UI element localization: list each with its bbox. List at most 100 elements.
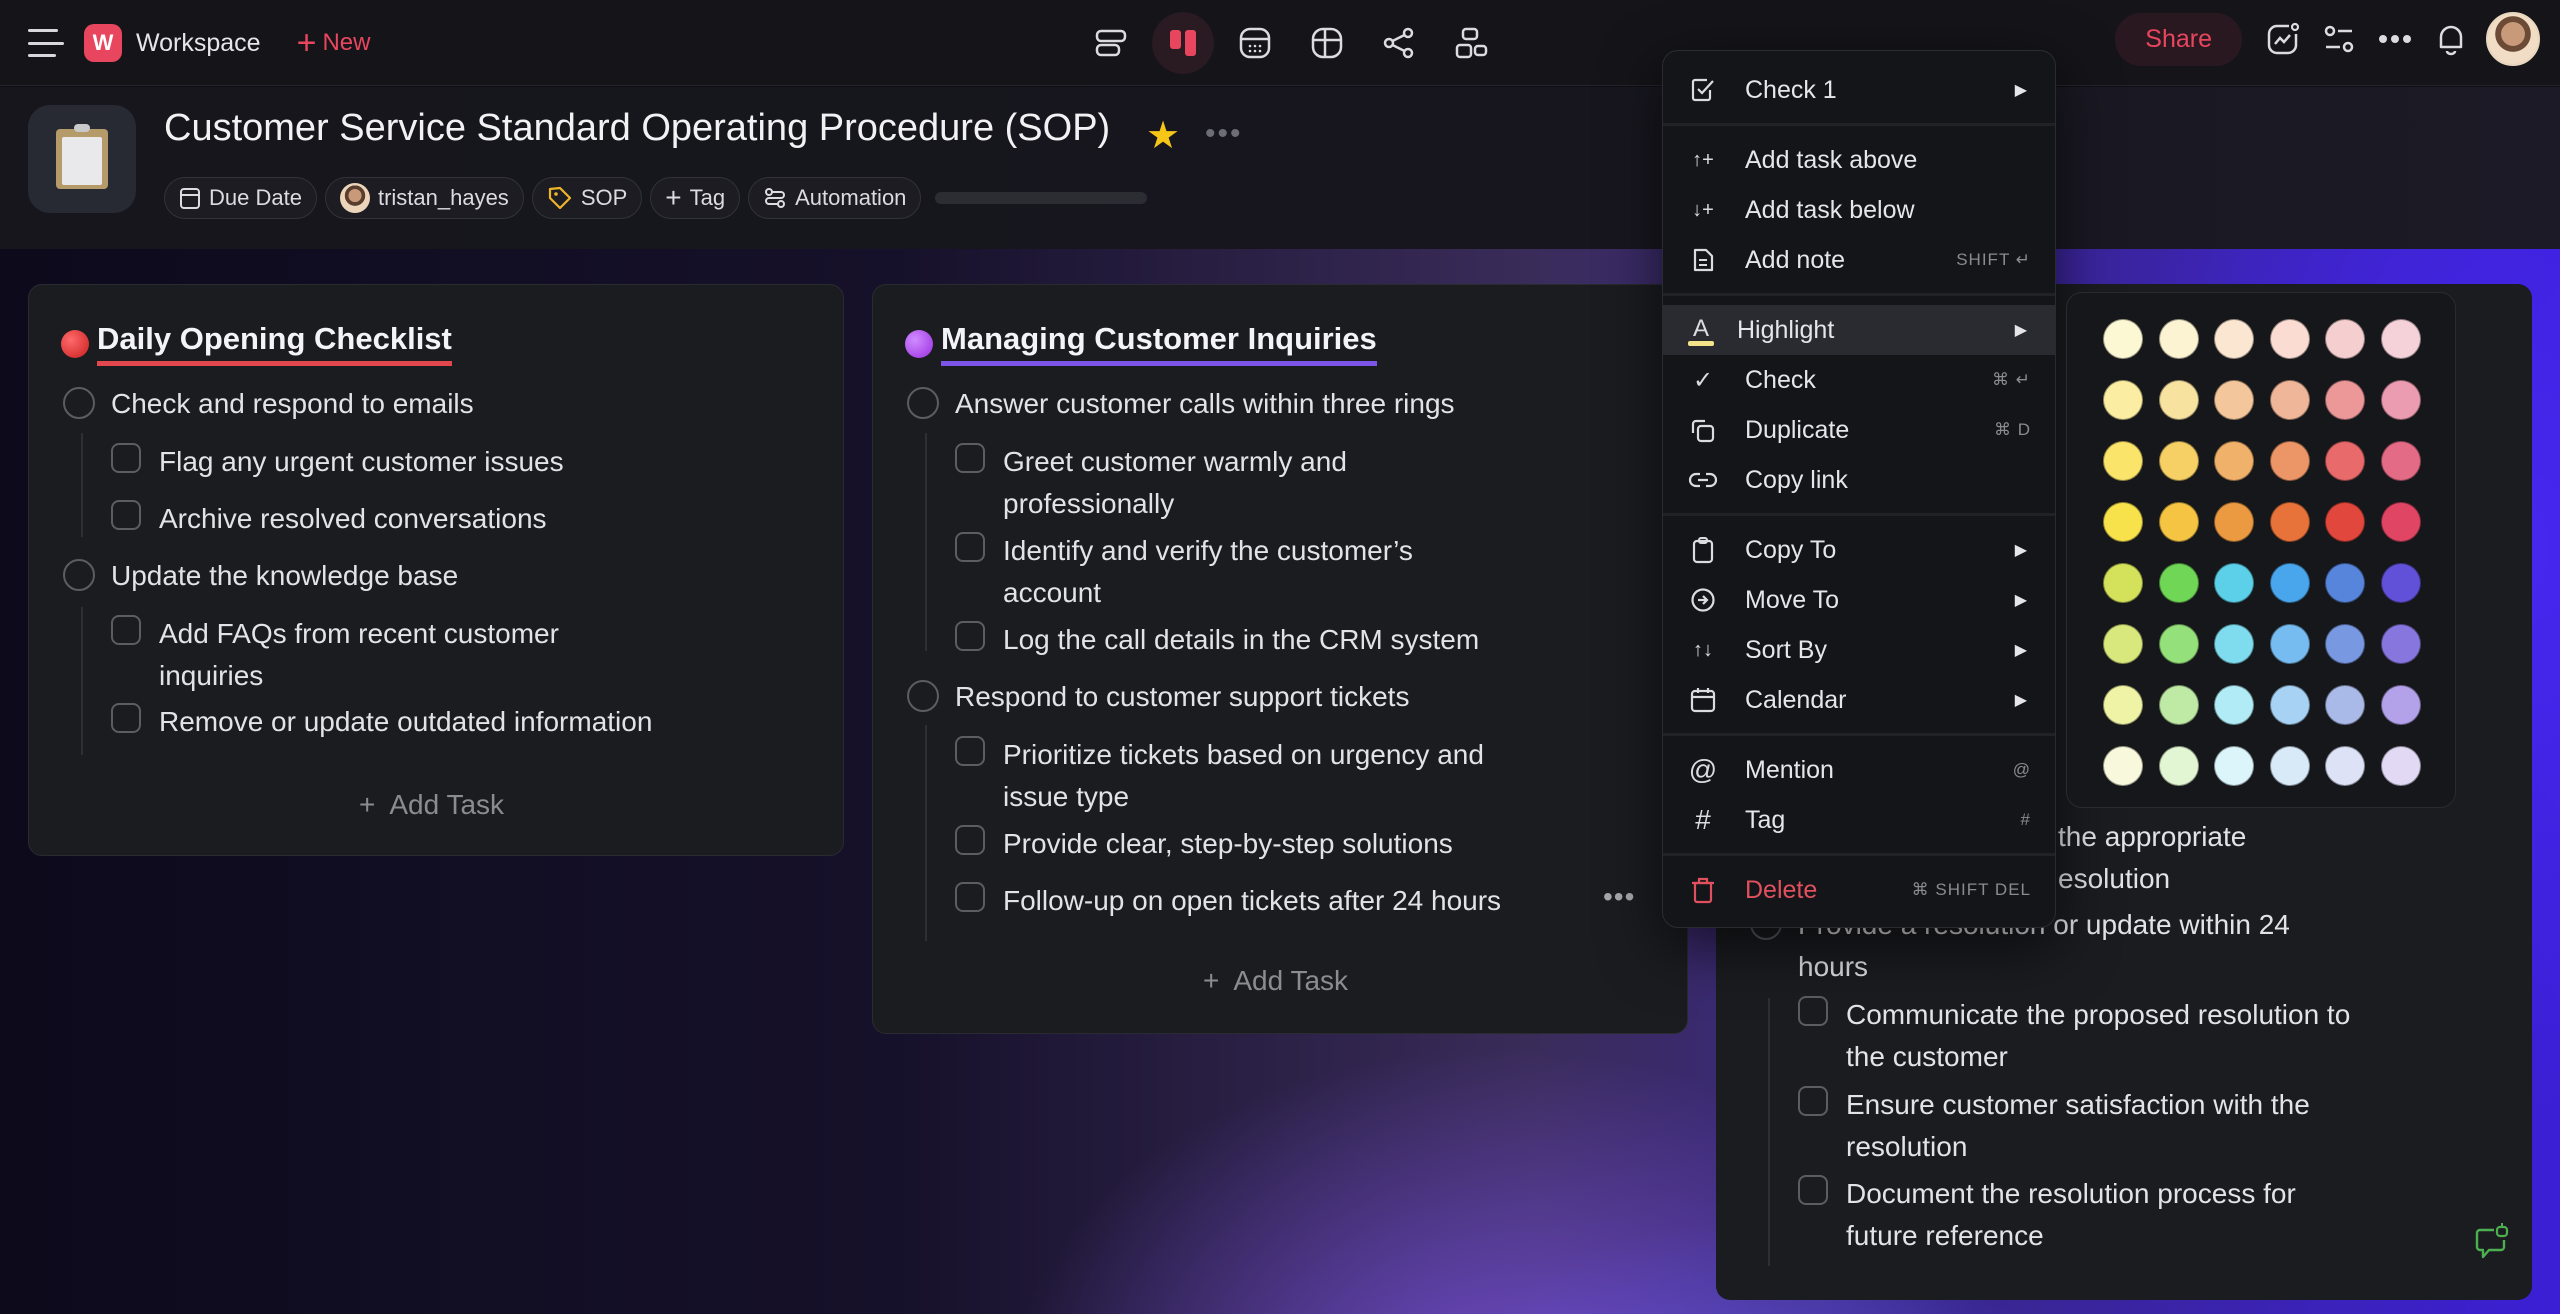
column-title[interactable]: Managing Customer Inquiries [905, 321, 1377, 366]
subtask-checkbox[interactable] [111, 615, 141, 645]
column-title[interactable]: Daily Opening Checklist [61, 321, 452, 366]
analytics-button[interactable] [2262, 18, 2304, 60]
color-swatch[interactable] [2380, 502, 2421, 542]
color-swatch[interactable] [2269, 502, 2310, 542]
color-swatch[interactable] [2103, 502, 2143, 542]
color-swatch[interactable] [2325, 380, 2365, 420]
color-swatch[interactable] [2325, 319, 2365, 359]
user-avatar[interactable] [2486, 12, 2540, 66]
menu-item-mention[interactable]: @ Mention @ [1663, 745, 2055, 795]
task-radio[interactable] [907, 387, 939, 419]
notifications-button[interactable] [2430, 18, 2472, 60]
add-tag-chip[interactable]: + Tag [650, 177, 741, 219]
color-swatch[interactable] [2214, 441, 2254, 481]
more-button[interactable] [2374, 18, 2416, 60]
color-swatch[interactable] [2269, 319, 2310, 359]
color-swatch[interactable] [2214, 380, 2254, 420]
menu-item-calendar[interactable]: Calendar ▶ [1663, 675, 2055, 725]
color-swatch[interactable] [2269, 563, 2310, 603]
color-swatch[interactable] [2214, 685, 2254, 725]
calendar-view-button[interactable] [1224, 12, 1286, 74]
color-swatch[interactable] [2158, 685, 2199, 725]
menu-item-add-task-below[interactable]: ↓+ Add task below [1663, 185, 2055, 235]
workspace-name[interactable]: Workspace [136, 29, 261, 58]
menu-item-add-task-above[interactable]: ↑+ Add task above [1663, 135, 2055, 185]
menu-item-duplicate[interactable]: Duplicate ⌘ D [1663, 405, 2055, 455]
color-swatch[interactable] [2380, 563, 2421, 603]
color-swatch[interactable] [2103, 624, 2143, 664]
assignee-chip[interactable]: tristan_hayes [324, 177, 524, 219]
subtask-checkbox[interactable] [111, 703, 141, 733]
menu-item-highlight[interactable]: A Highlight ▶ [1663, 305, 2055, 355]
subtask-item[interactable]: Provide clear, step-by-step solutions [955, 823, 1453, 865]
subtask-item[interactable]: Follow-up on open tickets after 24 hours [955, 880, 1501, 922]
tag-chip-sop[interactable]: SOP [531, 177, 643, 219]
color-swatch[interactable] [2158, 563, 2199, 603]
document-icon[interactable] [28, 105, 136, 213]
color-swatch[interactable] [2325, 624, 2365, 664]
row-more-icon[interactable]: ••• [1603, 881, 1635, 913]
list-view-button[interactable] [1080, 12, 1142, 74]
color-swatch[interactable] [2380, 624, 2421, 664]
color-swatch[interactable] [2380, 746, 2421, 786]
menu-item-sort-by[interactable]: ↑↓ Sort By ▶ [1663, 625, 2055, 675]
add-task-button[interactable]: + Add Task [1203, 965, 1348, 997]
task-item[interactable]: Check and respond to emails [63, 383, 474, 425]
subtask-checkbox[interactable] [955, 825, 985, 855]
color-swatch[interactable] [2380, 441, 2421, 481]
subtask-checkbox[interactable] [955, 882, 985, 912]
menu-item-add-note[interactable]: Add note SHIFT ↵ [1663, 235, 2055, 285]
share-button[interactable]: Share [2115, 12, 2242, 66]
task-item[interactable]: Answer customer calls within three rings [907, 383, 1455, 425]
subtask-item[interactable]: Remove or update outdated information [111, 701, 652, 743]
board-view-button[interactable] [1152, 12, 1214, 74]
color-swatch[interactable] [2103, 746, 2143, 786]
menu-item-tag[interactable]: # Tag # [1663, 795, 2055, 845]
subtask-checkbox[interactable] [111, 443, 141, 473]
color-swatch[interactable] [2380, 685, 2421, 725]
subtask-checkbox[interactable] [1798, 1175, 1828, 1205]
task-radio[interactable] [63, 559, 95, 591]
ai-chat-icon[interactable] [2472, 1222, 2512, 1262]
subtask-item[interactable]: Document the resolution process for futu… [1798, 1173, 2358, 1257]
color-swatch[interactable] [2158, 441, 2199, 481]
subtask-checkbox[interactable] [111, 500, 141, 530]
color-swatch[interactable] [2325, 746, 2365, 786]
subtask-item[interactable]: Prioritize tickets based on urgency and … [955, 734, 1515, 818]
task-item[interactable]: Respond to customer support tickets [907, 676, 1409, 718]
menu-item-move-to[interactable]: Move To ▶ [1663, 575, 2055, 625]
color-swatch[interactable] [2158, 380, 2199, 420]
color-swatch[interactable] [2214, 502, 2254, 542]
new-button[interactable]: + New [297, 26, 371, 60]
page-title[interactable]: Customer Service Standard Operating Proc… [164, 107, 1110, 150]
task-item[interactable]: Update the knowledge base [63, 555, 458, 597]
color-swatch[interactable] [2325, 441, 2365, 481]
color-swatch[interactable] [2214, 746, 2254, 786]
subtask-checkbox[interactable] [955, 443, 985, 473]
color-swatch[interactable] [2269, 685, 2310, 725]
title-more-icon[interactable]: ••• [1205, 117, 1243, 151]
sidebar-toggle-icon[interactable] [28, 29, 64, 57]
menu-item-copy-link[interactable]: Copy link [1663, 455, 2055, 505]
subtask-item[interactable]: Greet customer warmly and professionally [955, 441, 1395, 525]
add-task-button[interactable]: + Add Task [359, 789, 504, 821]
workspace-logo[interactable]: W [84, 24, 122, 62]
color-swatch[interactable] [2103, 380, 2143, 420]
subtask-item[interactable]: Communicate the proposed resolution to t… [1798, 994, 2358, 1078]
color-swatch[interactable] [2214, 624, 2254, 664]
table-view-button[interactable] [1296, 12, 1358, 74]
automation-chip[interactable]: Automation [748, 177, 922, 219]
color-swatch[interactable] [2269, 624, 2310, 664]
color-swatch[interactable] [2269, 746, 2310, 786]
subtask-checkbox[interactable] [1798, 996, 1828, 1026]
color-swatch[interactable] [2158, 502, 2199, 542]
subtask-checkbox[interactable] [955, 621, 985, 651]
menu-item-check-1[interactable]: Check 1 ▶ [1663, 65, 2055, 115]
color-swatch[interactable] [2103, 319, 2143, 359]
color-swatch[interactable] [2269, 380, 2310, 420]
color-swatch[interactable] [2103, 441, 2143, 481]
mindmap-view-button[interactable] [1368, 12, 1430, 74]
menu-item-delete[interactable]: Delete ⌘ SHIFT DEL [1663, 865, 2055, 915]
subtask-item[interactable]: Ensure customer satisfaction with the re… [1798, 1084, 2358, 1168]
menu-item-check[interactable]: ✓ Check ⌘ ↵ [1663, 355, 2055, 405]
